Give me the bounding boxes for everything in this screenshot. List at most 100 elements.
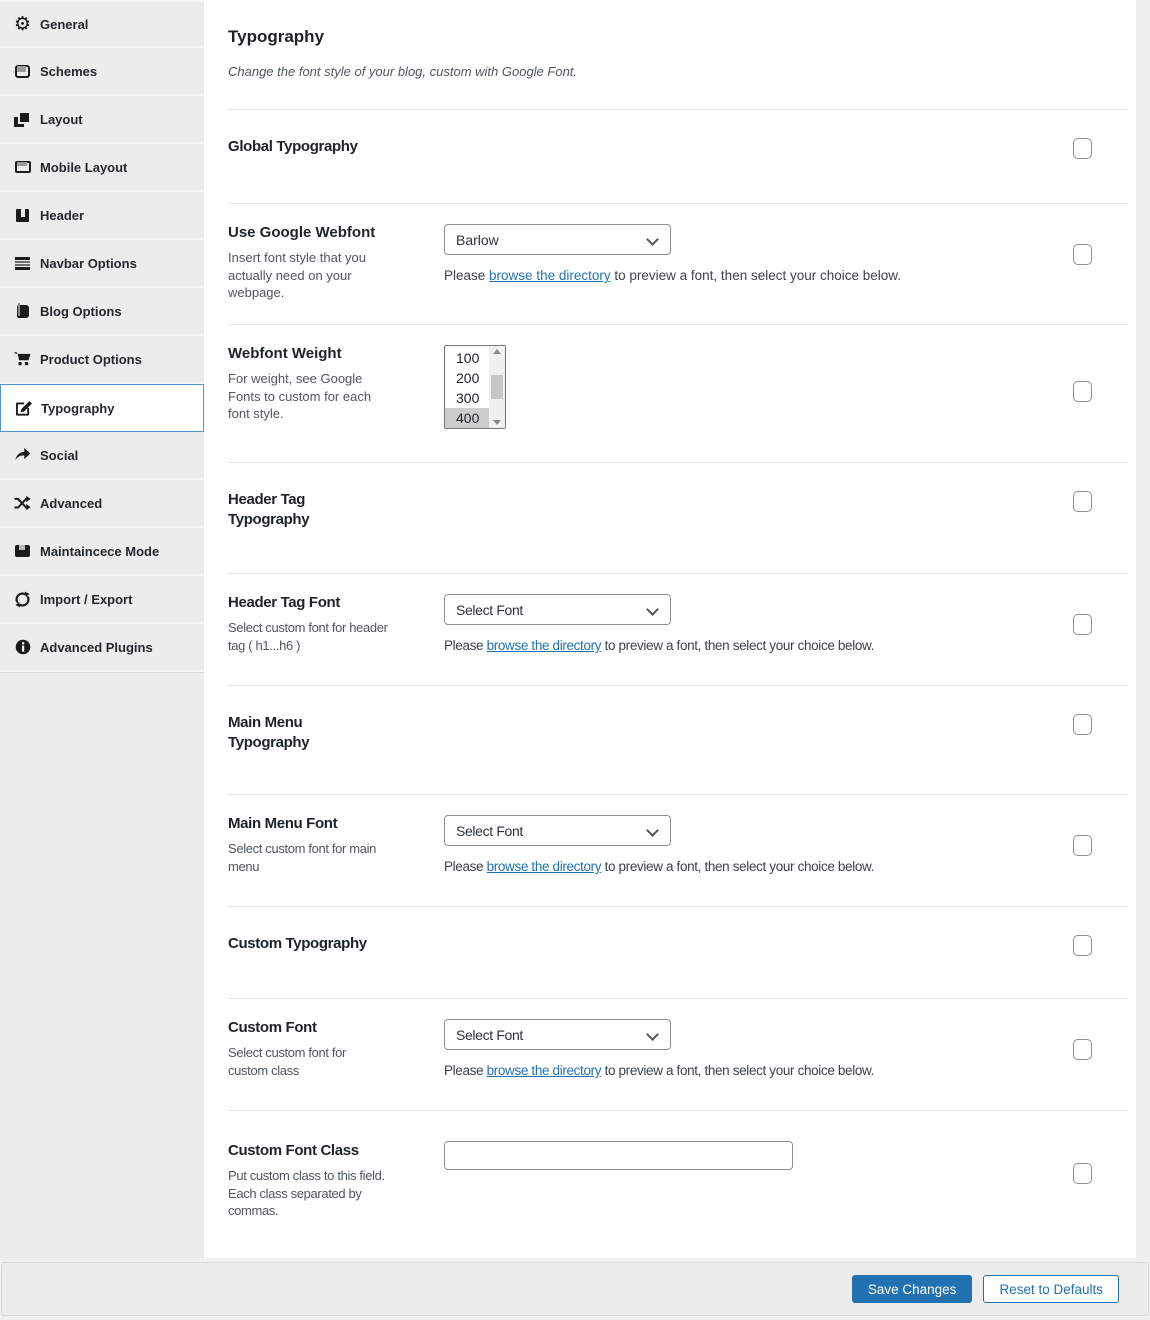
webfont-weight-checkbox[interactable] bbox=[1073, 381, 1092, 402]
sidebar-item-layout[interactable]: Layout bbox=[0, 96, 204, 144]
field-label: Header Tag Font bbox=[228, 593, 380, 613]
info-circle-icon bbox=[14, 639, 31, 656]
header-tag-font-checkbox[interactable] bbox=[1073, 614, 1092, 635]
page-subtitle: Change the font style of your blog, cust… bbox=[228, 64, 1128, 79]
sidebar-item-label: Social bbox=[40, 448, 78, 463]
reset-to-defaults-button[interactable]: Reset to Defaults bbox=[983, 1275, 1119, 1303]
field-description: Select custom font for custom class bbox=[228, 1044, 388, 1079]
field-description: For weight, see Google Fonts to custom f… bbox=[228, 370, 388, 422]
sidebar-item-label: Header bbox=[40, 208, 84, 223]
sidebar-item-schemes[interactable]: Schemes bbox=[0, 48, 204, 96]
sidebar-item-label: General bbox=[40, 17, 88, 32]
google-webfont-select[interactable]: Barlow bbox=[444, 224, 671, 255]
header-tag-typography-checkbox[interactable] bbox=[1073, 491, 1092, 512]
webfont-weight-listbox[interactable]: 100 200 300 400 bbox=[444, 345, 506, 429]
browse-directory-link[interactable]: browse the directory bbox=[487, 638, 602, 653]
scroll-down-icon[interactable] bbox=[493, 420, 501, 425]
weight-option-400-selected[interactable]: 400 bbox=[445, 408, 489, 428]
field-description: Insert font style that you actually need… bbox=[228, 249, 388, 301]
sidebar-item-import-export[interactable]: Import / Export bbox=[0, 576, 204, 624]
sync-arrows-icon bbox=[14, 591, 31, 608]
settings-sidebar: ⚙ General Schemes Layout Mobile Layout H… bbox=[0, 0, 204, 1258]
scroll-up-icon[interactable] bbox=[493, 349, 501, 354]
layers-icon bbox=[14, 111, 31, 128]
row-custom-font-class: Custom Font Class Put custom class to th… bbox=[228, 1111, 1128, 1258]
custom-font-checkbox[interactable] bbox=[1073, 1039, 1092, 1060]
sidebar-item-advanced-plugins[interactable]: Advanced Plugins bbox=[0, 624, 204, 672]
field-description: Select custom font for header tag ( h1..… bbox=[228, 619, 388, 654]
sidebar-item-navbar-options[interactable]: Navbar Options bbox=[0, 240, 204, 288]
sidebar-item-maintenance-mode[interactable]: Maintaincece Mode bbox=[0, 528, 204, 576]
page-title: Typography bbox=[228, 27, 1128, 47]
browse-directory-link[interactable]: browse the directory bbox=[487, 859, 602, 874]
sidebar-item-blog-options[interactable]: Blog Options bbox=[0, 288, 204, 336]
section-heading: Main Menu Typography bbox=[228, 713, 380, 754]
weight-option-200[interactable]: 200 bbox=[445, 368, 489, 388]
main-menu-font-select[interactable]: Select Font bbox=[444, 815, 671, 846]
row-custom-typography: Custom Typography bbox=[228, 907, 1128, 999]
typography-settings-panel: Typography Change the font style of your… bbox=[204, 0, 1136, 1258]
header-icon bbox=[16, 209, 29, 222]
row-custom-font: Custom Font Select custom font for custo… bbox=[228, 999, 1128, 1111]
sidebar-item-product-options[interactable]: Product Options bbox=[0, 336, 204, 384]
row-main-menu-font: Main Menu Font Select custom font for ma… bbox=[228, 795, 1128, 907]
cart-icon bbox=[14, 351, 31, 368]
select-value: Select Font bbox=[456, 823, 523, 839]
section-heading: Header Tag Typography bbox=[228, 490, 380, 531]
main-menu-font-checkbox[interactable] bbox=[1073, 835, 1092, 856]
sidebar-item-social[interactable]: Social bbox=[0, 432, 204, 480]
custom-typography-checkbox[interactable] bbox=[1073, 935, 1092, 956]
edit-pencil-icon bbox=[15, 400, 32, 417]
browse-directory-note: Please browse the directory to preview a… bbox=[444, 859, 1128, 874]
header-tag-font-select[interactable]: Select Font bbox=[444, 594, 671, 625]
chevron-down-icon bbox=[646, 233, 659, 246]
main-menu-typography-checkbox[interactable] bbox=[1073, 714, 1092, 735]
sidebar-item-advanced[interactable]: Advanced bbox=[0, 480, 204, 528]
row-webfont-weight: Webfont Weight For weight, see Google Fo… bbox=[228, 325, 1128, 463]
custom-font-class-checkbox[interactable] bbox=[1073, 1163, 1092, 1184]
select-value: Select Font bbox=[456, 1027, 523, 1043]
listbox-scrollbar[interactable] bbox=[489, 346, 505, 428]
screen-icon bbox=[15, 65, 30, 78]
global-typography-checkbox[interactable] bbox=[1073, 138, 1092, 159]
field-label: Main Menu Font bbox=[228, 814, 380, 834]
field-label: Custom Font Class bbox=[228, 1141, 380, 1161]
sidebar-item-header[interactable]: Header bbox=[0, 192, 204, 240]
sidebar-item-label: Import / Export bbox=[40, 592, 132, 607]
custom-font-select[interactable]: Select Font bbox=[444, 1019, 671, 1050]
row-main-menu-typography: Main Menu Typography bbox=[228, 686, 1128, 795]
book-icon bbox=[17, 305, 29, 318]
sidebar-item-general[interactable]: ⚙ General bbox=[0, 0, 204, 48]
field-description: Put custom class to this field. Each cla… bbox=[228, 1167, 388, 1219]
row-header-tag-font: Header Tag Font Select custom font for h… bbox=[228, 574, 1128, 686]
use-google-webfont-checkbox[interactable] bbox=[1073, 244, 1092, 265]
select-value: Barlow bbox=[456, 232, 499, 248]
weight-option-100[interactable]: 100 bbox=[445, 348, 489, 368]
weight-option-300[interactable]: 300 bbox=[445, 388, 489, 408]
sidebar-item-label: Schemes bbox=[40, 64, 97, 79]
browse-directory-note: Please browse the directory to preview a… bbox=[444, 1063, 1128, 1078]
page-header: Typography Change the font style of your… bbox=[228, 0, 1128, 110]
share-arrow-icon bbox=[14, 447, 31, 464]
sidebar-item-label: Product Options bbox=[40, 352, 142, 367]
sidebar-item-label: Blog Options bbox=[40, 304, 122, 319]
tablet-icon bbox=[15, 161, 31, 173]
field-description: Select custom font for main menu bbox=[228, 840, 388, 875]
sidebar-item-typography[interactable]: Typography bbox=[0, 384, 204, 432]
row-use-google-webfont: Use Google Webfont Insert font style tha… bbox=[228, 204, 1128, 325]
select-value: Select Font bbox=[456, 602, 523, 618]
section-heading: Global Typography bbox=[228, 137, 380, 157]
browse-directory-link[interactable]: browse the directory bbox=[489, 268, 611, 283]
chevron-down-icon bbox=[646, 603, 659, 616]
sidebar-item-label: Maintaincece Mode bbox=[40, 544, 159, 559]
gear-icon: ⚙ bbox=[14, 16, 31, 33]
save-changes-button[interactable]: Save Changes bbox=[852, 1275, 973, 1303]
chevron-down-icon bbox=[646, 1028, 659, 1041]
browse-directory-link[interactable]: browse the directory bbox=[487, 1063, 602, 1078]
field-label: Webfont Weight bbox=[228, 344, 380, 364]
shuffle-icon bbox=[14, 495, 31, 512]
sidebar-item-mobile-layout[interactable]: Mobile Layout bbox=[0, 144, 204, 192]
section-heading: Custom Typography bbox=[228, 934, 380, 954]
custom-font-class-input[interactable] bbox=[444, 1141, 793, 1170]
scroll-thumb[interactable] bbox=[491, 375, 503, 399]
